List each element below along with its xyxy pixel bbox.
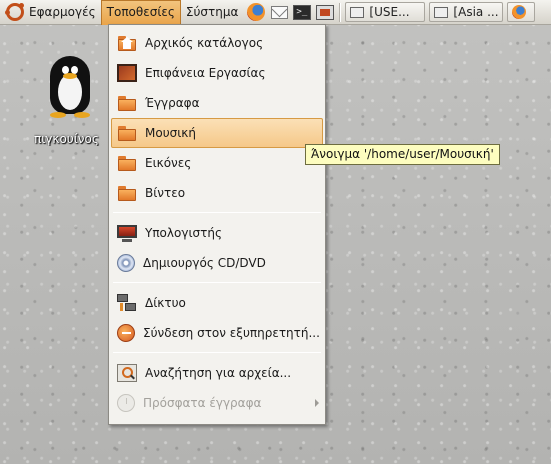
menu-item-desktop[interactable]: Επιφάνεια Εργασίας [109, 58, 325, 88]
menu-item-label: Επιφάνεια Εργασίας [145, 66, 266, 80]
penguin-icon [42, 52, 98, 122]
taskbar-button-label: [Asia ... [453, 5, 499, 19]
firefox-icon [512, 5, 527, 19]
submenu-arrow-icon [315, 399, 319, 407]
menu-item-label: Μουσική [145, 126, 196, 140]
menu-item-cd-creator[interactable]: Δημιουργός CD/DVD [109, 248, 325, 278]
top-panel: Εφαρμογές Τοποθεσίες Σύστημα >_ [USE... … [0, 0, 551, 25]
recent-icon [117, 394, 135, 412]
menu-item-home[interactable]: Αρχικός κατάλογος [109, 28, 325, 58]
taskbar-button-use[interactable]: [USE... [345, 2, 426, 22]
server-icon [117, 324, 135, 342]
menu-item-label: Αρχικός κατάλογος [145, 36, 264, 50]
computer-icon [117, 224, 137, 242]
folder-icon [117, 184, 137, 202]
menu-item-label: Αναζήτηση για αρχεία... [145, 366, 292, 380]
folder-icon [117, 154, 137, 172]
tooltip: Άνοιγμα '/home/user/Μουσική' [305, 144, 500, 165]
menu-item-label: Σύνδεση στον εξυπηρετητή... [143, 326, 320, 340]
network-icon [117, 294, 137, 312]
menu-item-label: Βίντεο [145, 186, 186, 200]
mail-window-icon [434, 6, 449, 18]
terminal-launcher[interactable]: >_ [292, 2, 312, 22]
menu-item-label: Δίκτυο [145, 296, 186, 310]
taskbar-button-label: [USE... [369, 5, 410, 19]
panel-divider [339, 2, 342, 22]
menu-separator [113, 282, 321, 283]
menu-item-search-files[interactable]: Αναζήτηση για αρχεία... [109, 358, 325, 388]
cd-icon [117, 254, 135, 272]
home-folder-icon [117, 34, 137, 52]
firefox-icon [247, 3, 266, 21]
terminal-icon: >_ [293, 4, 312, 20]
window-icon [350, 6, 365, 18]
menu-item-label: Δημιουργός CD/DVD [143, 256, 266, 270]
places-dropdown-menu: Αρχικός κατάλογος Επιφάνεια Εργασίας Έγγ… [108, 24, 326, 425]
folder-icon [117, 124, 137, 142]
menu-item-music[interactable]: Μουσική [111, 118, 323, 148]
mail-icon [270, 5, 288, 19]
desktop-icon-penguin[interactable]: πιγκουίνος [30, 52, 110, 146]
menu-item-videos[interactable]: Βίντεο [109, 178, 325, 208]
menu-item-label: Εικόνες [145, 156, 192, 170]
menu-item-computer[interactable]: Υπολογιστής [109, 218, 325, 248]
applications-menu[interactable]: Εφαρμογές [24, 0, 101, 25]
menu-item-network[interactable]: Δίκτυο [109, 288, 325, 318]
screenshot-launcher[interactable] [315, 2, 335, 22]
search-icon [117, 364, 137, 382]
desktop-icon [117, 64, 137, 82]
menu-item-documents[interactable]: Έγγραφα [109, 88, 325, 118]
menu-item-label: Υπολογιστής [145, 226, 222, 240]
menu-item-pictures[interactable]: Εικόνες [109, 148, 325, 178]
firefox-launcher[interactable] [246, 2, 266, 22]
menu-separator [113, 352, 321, 353]
places-menu[interactable]: Τοποθεσίες [100, 0, 181, 25]
ubuntu-logo-icon[interactable] [5, 3, 24, 21]
taskbar-button-firefox[interactable] [507, 2, 536, 22]
screenshot-icon [316, 4, 335, 20]
system-menu[interactable]: Σύστημα [181, 0, 244, 25]
menu-item-recent-documents[interactable]: Πρόσφατα έγγραφα [109, 388, 325, 418]
desktop-icon-label: πιγκουίνος [34, 132, 99, 146]
menu-item-label: Πρόσφατα έγγραφα [143, 396, 262, 410]
taskbar-button-asia[interactable]: [Asia ... [429, 2, 504, 22]
menu-item-connect-server[interactable]: Σύνδεση στον εξυπηρετητή... [109, 318, 325, 348]
menu-separator [113, 212, 321, 213]
mail-launcher[interactable] [269, 2, 289, 22]
menu-item-label: Έγγραφα [145, 96, 200, 110]
folder-icon [117, 94, 137, 112]
